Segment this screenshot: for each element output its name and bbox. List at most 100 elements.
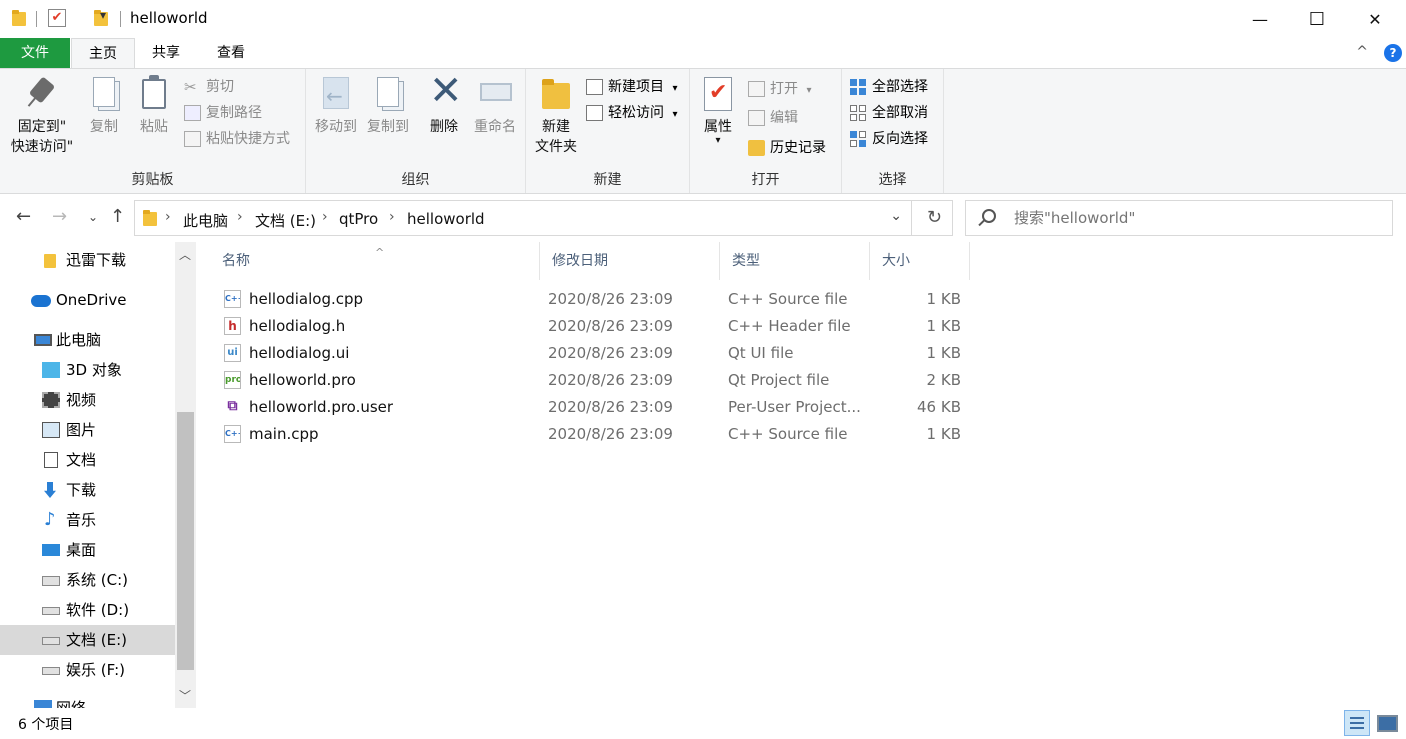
scroll-up-chevron-icon[interactable]: ︿: [179, 246, 191, 263]
tab-share[interactable]: 共享: [136, 38, 196, 68]
address-bar[interactable]: › 此电脑 › 文档 (E:) › qtPro › helloworld ⌄ ↻: [134, 200, 953, 236]
scrollbar-thumb[interactable]: [177, 412, 194, 670]
navigation-bar: ← → ⌄ ↑ › 此电脑 › 文档 (E:) › qtPro › hellow…: [0, 194, 1406, 242]
nav-item-drive-c[interactable]: 系统 (C:): [0, 565, 175, 595]
scroll-down-chevron-icon[interactable]: ﹀: [179, 687, 191, 704]
breadcrumb-chevron-icon[interactable]: ›: [165, 209, 171, 225]
large-icons-view-icon[interactable]: [1376, 712, 1398, 732]
drive-icon: [42, 637, 60, 645]
file-row[interactable]: ui hellodialog.ui 2020/8/26 23:09 Qt UI …: [210, 340, 970, 367]
search-input[interactable]: [1014, 209, 1374, 227]
pin-to-quick-access-button[interactable]: 固定到" 快速访问": [6, 75, 78, 157]
column-header-date[interactable]: 修改日期: [540, 242, 720, 280]
file-row[interactable]: C++ hellodialog.cpp 2020/8/26 23:09 C++ …: [210, 286, 970, 313]
file-date: 2020/8/26 23:09: [548, 317, 673, 335]
select-none-button[interactable]: 全部取消: [848, 101, 928, 125]
file-row[interactable]: C++ main.cpp 2020/8/26 23:09 C++ Source …: [210, 421, 970, 448]
nav-item-downloads[interactable]: 下载: [0, 475, 175, 505]
open-icon: [748, 81, 765, 97]
file-row[interactable]: h hellodialog.h 2020/8/26 23:09 C++ Head…: [210, 313, 970, 340]
select-all-button[interactable]: 全部选择: [848, 75, 928, 99]
breadcrumb-drive-e[interactable]: 文档 (E:): [255, 210, 316, 231]
details-view-icon[interactable]: [1344, 710, 1370, 736]
copy-button[interactable]: 复制: [82, 75, 126, 137]
new-folder-button[interactable]: 新建 文件夹: [532, 75, 580, 157]
nav-item-drive-e[interactable]: 文档 (E:): [0, 625, 175, 655]
breadcrumb-this-pc[interactable]: 此电脑: [183, 210, 228, 231]
minimize-button[interactable]: —: [1231, 0, 1289, 38]
history-icon: [748, 140, 765, 156]
maximize-button[interactable]: ☐: [1288, 0, 1346, 38]
recent-locations-chevron-icon[interactable]: ⌄: [88, 210, 98, 224]
address-dropdown-chevron-icon[interactable]: ⌄: [890, 208, 902, 224]
copy-path-button[interactable]: 复制路径: [182, 101, 262, 125]
breadcrumb-chevron-icon[interactable]: ›: [237, 209, 243, 225]
nav-item-drive-d[interactable]: 软件 (D:): [0, 595, 175, 625]
collapse-ribbon-chevron-icon[interactable]: ^: [1356, 44, 1368, 60]
file-name: main.cpp: [249, 425, 319, 443]
folder-icon: [143, 210, 157, 227]
scissors-icon: ✂: [184, 78, 197, 96]
refresh-icon[interactable]: ↻: [927, 207, 942, 228]
copy-to-button[interactable]: 复制到: [362, 75, 414, 137]
file-row[interactable]: ⧉ helloworld.pro.user 2020/8/26 23:09 Pe…: [210, 394, 970, 421]
chevron-down-icon: ▾: [715, 135, 721, 146]
file-row[interactable]: pro helloworld.pro 2020/8/26 23:09 Qt Pr…: [210, 367, 970, 394]
forward-arrow-icon[interactable]: →: [52, 206, 67, 227]
file-date: 2020/8/26 23:09: [548, 371, 673, 389]
delete-button[interactable]: ✕ 删除: [422, 71, 466, 137]
back-arrow-icon[interactable]: ←: [16, 206, 31, 227]
help-icon[interactable]: ?: [1384, 44, 1402, 62]
nav-item-music[interactable]: ♪ 音乐: [0, 505, 175, 535]
file-size: 46 KB: [917, 398, 961, 416]
invert-selection-button[interactable]: 反向选择: [848, 127, 928, 151]
easy-access-button[interactable]: 轻松访问 ▾: [584, 101, 677, 125]
file-name: hellodialog.cpp: [249, 290, 364, 308]
rename-button[interactable]: 重命名: [468, 75, 522, 137]
nav-item-thunder-downloads[interactable]: 迅雷下载: [0, 245, 175, 275]
nav-item-label: OneDrive: [56, 291, 127, 309]
history-button[interactable]: 历史记录: [746, 136, 826, 160]
nav-item-label: 文档: [66, 451, 97, 469]
open-button[interactable]: 打开 ▾: [746, 77, 811, 101]
breadcrumb-qtpro[interactable]: qtPro: [339, 210, 378, 228]
nav-scrollbar[interactable]: ︿ ﹀: [175, 242, 196, 708]
column-header-type[interactable]: 类型: [720, 242, 870, 280]
cut-button[interactable]: ✂ 剪切: [182, 75, 234, 99]
customize-quick-access-chevron-icon[interactable]: ▾: [100, 8, 106, 22]
tab-view[interactable]: 查看: [201, 38, 261, 68]
paste-button[interactable]: 粘贴: [132, 75, 176, 137]
column-header-name[interactable]: 名称 ^: [210, 242, 540, 280]
breadcrumb-chevron-icon[interactable]: ›: [322, 209, 328, 225]
nav-item-documents[interactable]: 文档: [0, 445, 175, 475]
nav-item-3d-objects[interactable]: 3D 对象: [0, 355, 175, 385]
file-list: 名称 ^ 修改日期 类型 大小 C++ hellodialog.cpp 2020…: [210, 242, 1406, 708]
nav-item-network[interactable]: 网络: [0, 693, 175, 708]
nav-item-drive-f[interactable]: 娱乐 (F:): [0, 655, 175, 685]
up-arrow-icon[interactable]: ↑: [110, 206, 125, 227]
invert-selection-icon: [850, 131, 867, 147]
breadcrumb-helloworld[interactable]: helloworld: [407, 210, 485, 228]
tab-home[interactable]: 主页: [71, 38, 135, 69]
close-button[interactable]: ✕: [1346, 0, 1404, 38]
properties-quick-icon[interactable]: ✔: [48, 9, 66, 27]
search-box[interactable]: [965, 200, 1393, 236]
move-to-button[interactable]: 移动到: [310, 75, 362, 137]
breadcrumb-chevron-icon[interactable]: ›: [389, 209, 395, 225]
nav-item-this-pc[interactable]: 此电脑: [0, 325, 175, 355]
new-item-button[interactable]: 新建项目 ▾: [584, 75, 677, 99]
edit-button[interactable]: 编辑: [746, 106, 798, 130]
documents-icon: [44, 452, 58, 468]
paste-shortcut-button[interactable]: 粘贴快捷方式: [182, 127, 290, 151]
nav-item-desktop[interactable]: 桌面: [0, 535, 175, 565]
sort-ascending-chevron-icon: ^: [375, 246, 385, 259]
column-header-size[interactable]: 大小: [870, 242, 970, 280]
properties-button[interactable]: 属性 ▾: [698, 75, 738, 146]
cpp-file-icon: C++: [224, 290, 241, 308]
nav-item-pictures[interactable]: 图片: [0, 415, 175, 445]
divider: [36, 11, 37, 27]
nav-item-videos[interactable]: 视频: [0, 385, 175, 415]
nav-item-label: 娱乐 (F:): [66, 661, 125, 679]
nav-item-onedrive[interactable]: OneDrive: [0, 285, 175, 315]
tab-file[interactable]: 文件: [0, 38, 70, 68]
